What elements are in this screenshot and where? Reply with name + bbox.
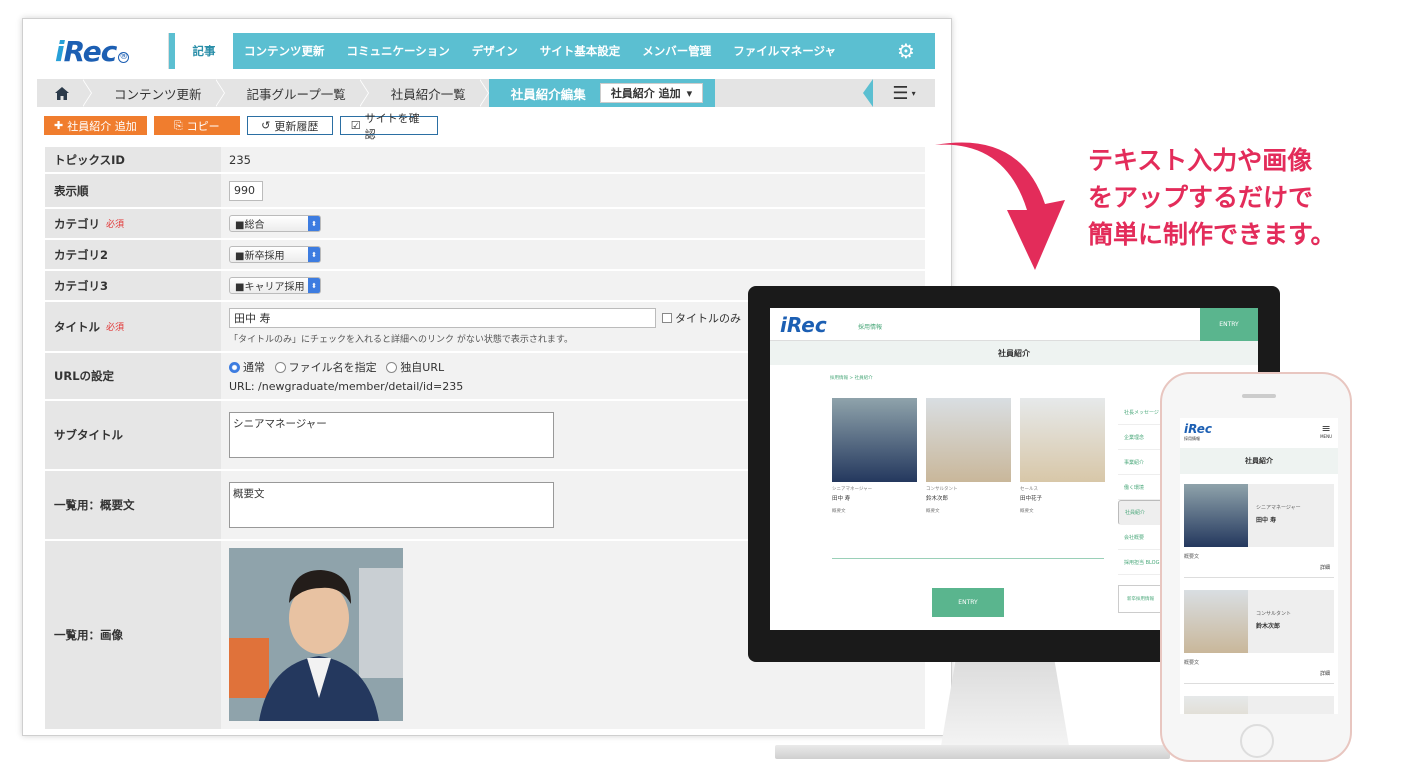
nav-item-file-manager[interactable]: ファイルマネージャ xyxy=(722,33,847,69)
top-nav: iRec ® 記事 コンテンツ更新 コミュニケーション デザイン サイト基本設定… xyxy=(37,33,935,69)
member-photo[interactable] xyxy=(229,548,403,721)
smartphone: iRec 採用情報 ≡ MENU 社員紹介 シニアマネージャー 田中 寿 概要文 詳… xyxy=(1160,372,1352,762)
desktop-member-card[interactable]: セールス 田中花子 概要文 xyxy=(1020,398,1105,514)
nav-item-design[interactable]: デザイン xyxy=(461,33,529,69)
desktop-logo[interactable]: iRec xyxy=(780,313,827,337)
breadcrumb: コンテンツ更新 記事グループ一覧 社員紹介一覧 社員紹介編集 社員紹介 追加 ▾ … xyxy=(37,79,935,107)
form-row-category: カテゴリ 必須 ■総合 ⬍ xyxy=(45,209,925,240)
copy-icon: ⎘ xyxy=(173,118,183,132)
confirm-site-button[interactable]: ☑ サイトを確認 xyxy=(339,112,438,141)
nav-item-members[interactable]: メンバー管理 xyxy=(631,33,722,69)
logo[interactable]: iRec ® xyxy=(37,33,169,69)
form-row-topics-id: トピックスID 235 xyxy=(45,147,925,174)
arrow-icon xyxy=(935,142,1065,270)
monitor-stand xyxy=(940,660,1070,752)
phone-screen: iRec 採用情報 ≡ MENU 社員紹介 シニアマネージャー 田中 寿 概要文 詳… xyxy=(1180,418,1338,714)
summary-textarea[interactable]: 概要文 xyxy=(229,482,554,528)
phone-logo[interactable]: iRec xyxy=(1184,422,1212,436)
nav-item-site-settings[interactable]: サイト基本設定 xyxy=(529,33,632,69)
nav-item-article[interactable]: 記事 xyxy=(175,33,233,69)
desktop-breadcrumb[interactable]: 採用情報 > 社員紹介 xyxy=(830,375,873,381)
nav-menu: 記事 コンテンツ更新 コミュニケーション デザイン サイト基本設定 メンバー管理… xyxy=(175,33,847,69)
headline: テキスト入力や画像 をアップするだけで 簡単に制作できます。 xyxy=(1088,146,1336,249)
copy-button[interactable]: ⎘ コピー xyxy=(153,116,240,135)
breadcrumb-current: 社員紹介編集 社員紹介 追加 ▾ xyxy=(488,79,716,107)
phone-menu-button[interactable]: ≡ MENU xyxy=(1320,422,1332,439)
subtitle-textarea[interactable]: シニアマネージャー xyxy=(229,412,554,458)
title-input[interactable]: 田中 寿 xyxy=(229,308,656,328)
breadcrumb-member-list[interactable]: 社員紹介一覧 xyxy=(369,79,480,107)
phone-page-title: 社員紹介 xyxy=(1180,448,1338,474)
url-radio-normal[interactable]: 通常 xyxy=(229,359,265,375)
desktop-member-cards: シニアマネージャー 田中 寿 概要文 コンサルタント 鈴木次郎 概要文 セールス… xyxy=(832,398,1105,514)
desktop-entry-bottom-button[interactable]: ENTRY xyxy=(932,588,1004,617)
monitor-base xyxy=(775,745,1170,759)
topics-id-value: 235 xyxy=(229,152,251,167)
page: iRec ® 記事 コンテンツ更新 コミュニケーション デザイン サイト基本設定… xyxy=(0,0,1405,770)
phone-member-card[interactable] xyxy=(1184,696,1334,714)
plus-icon: ✚ xyxy=(54,119,64,132)
check-icon: ☑ xyxy=(350,119,361,132)
desktop-entry-button[interactable]: ENTRY xyxy=(1200,308,1258,341)
history-button[interactable]: ↺ 更新履歴 xyxy=(246,116,333,135)
action-bar: ✚ 社員紹介 追加 ⎘ コピー ↺ 更新履歴 ☑ サイトを確認 xyxy=(44,112,438,141)
order-input[interactable]: 990 xyxy=(229,180,263,201)
category3-select[interactable]: ■キャリア採用 ⬍ xyxy=(229,277,321,294)
desktop-page-title: 社員紹介 xyxy=(770,341,1258,365)
history-icon: ↺ xyxy=(261,119,271,132)
desktop-member-card[interactable]: シニアマネージャー 田中 寿 概要文 xyxy=(832,398,917,514)
nav-item-contents[interactable]: コンテンツ更新 xyxy=(233,33,336,69)
url-radio-custom[interactable]: 独自URL xyxy=(386,359,444,375)
phone-member-card[interactable]: コンサルタント 鈴木次郎 概要文 詳細 xyxy=(1184,590,1334,684)
form-row-category2: カテゴリ2 ■新卒採用 ⬍ xyxy=(45,240,925,271)
category2-select[interactable]: ■新卒採用 ⬍ xyxy=(229,246,321,263)
add-select[interactable]: 社員紹介 追加 ▾ xyxy=(599,83,704,103)
url-radio-filename[interactable]: ファイル名を指定 xyxy=(274,359,377,375)
hamburger-icon[interactable]: ☰ ▾ xyxy=(873,79,935,107)
category-select[interactable]: ■総合 ⬍ xyxy=(229,215,321,232)
hamburger-icon: ≡ xyxy=(1321,422,1331,435)
home-icon[interactable] xyxy=(37,79,83,107)
breadcrumb-article-groups[interactable]: 記事グループ一覧 xyxy=(225,79,360,107)
phone-member-card[interactable]: シニアマネージャー 田中 寿 概要文 詳細 xyxy=(1184,484,1334,578)
form-row-order: 表示順 990 xyxy=(45,174,925,209)
add-member-button[interactable]: ✚ 社員紹介 追加 xyxy=(44,116,147,135)
gear-icon[interactable]: ⚙ xyxy=(897,41,917,61)
title-only-checkbox[interactable]: タイトルのみ xyxy=(662,310,741,326)
breadcrumb-contents[interactable]: コンテンツ更新 xyxy=(92,79,216,107)
phone-home-button[interactable] xyxy=(1240,724,1274,758)
desktop-member-card[interactable]: コンサルタント 鈴木次郎 概要文 xyxy=(926,398,1011,514)
nav-item-communication[interactable]: コミュニケーション xyxy=(336,33,461,69)
